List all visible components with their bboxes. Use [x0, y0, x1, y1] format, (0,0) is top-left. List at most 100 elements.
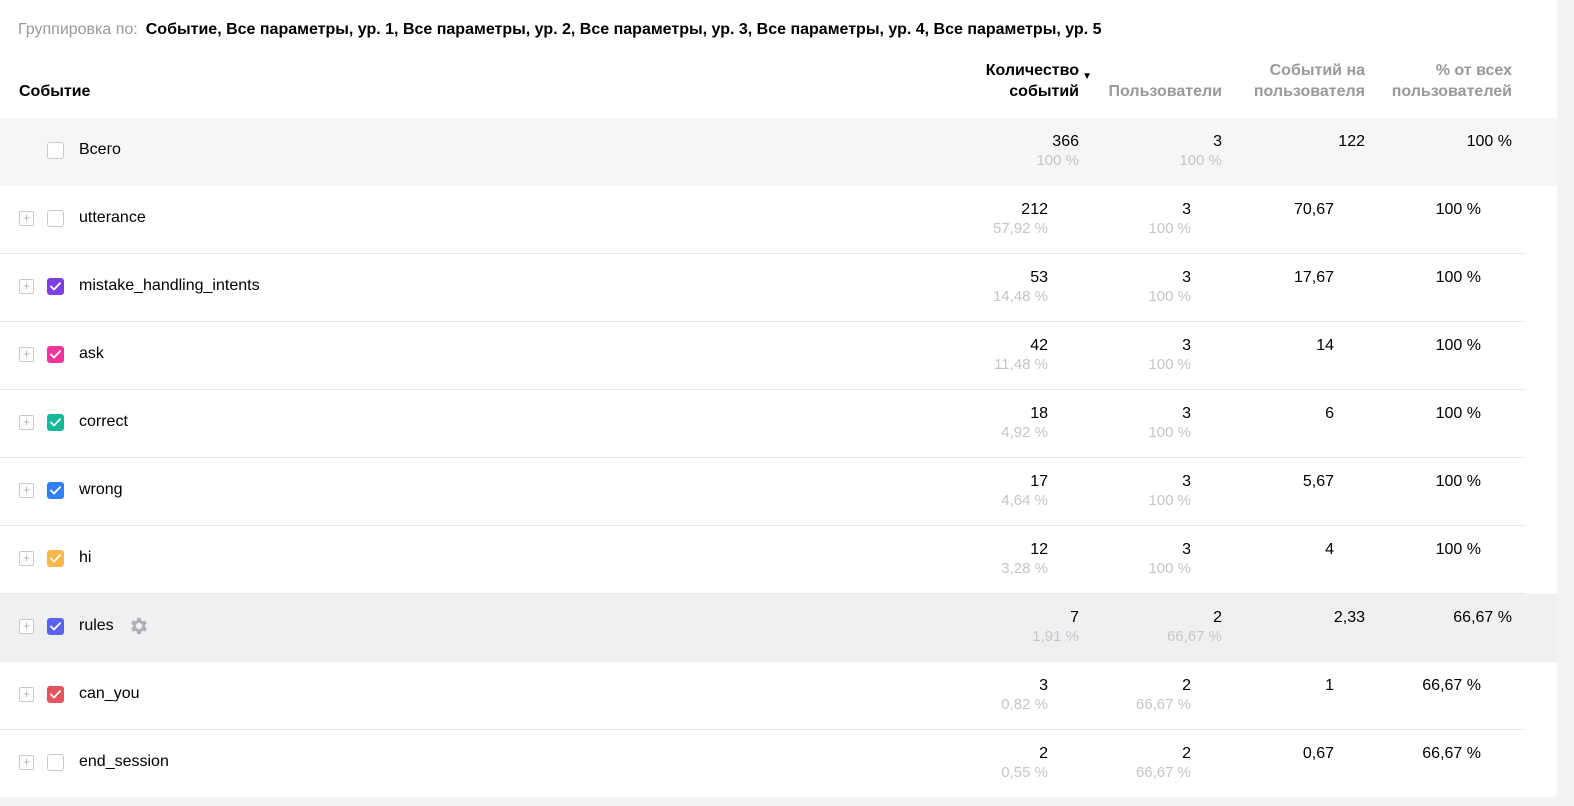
expand-icon[interactable]: +: [19, 483, 34, 498]
events-per-user-value: 6: [1325, 405, 1334, 422]
checkmark-icon: [50, 554, 61, 563]
users-value: 2: [1213, 609, 1222, 626]
pct-of-all-users-value: 66,67 %: [1422, 677, 1481, 694]
count-value: 2: [1039, 745, 1048, 762]
column-header-count[interactable]: Количество событий ▼: [949, 60, 1092, 102]
gear-icon[interactable]: [128, 615, 150, 637]
events-per-user-value: 0,67: [1302, 745, 1334, 762]
table-row[interactable]: + rules 7 1,91 % 2 66,67 % 2,33 66,67 %: [0, 594, 1557, 662]
count-percent: 11,48 %: [994, 356, 1048, 373]
events-per-user-value: 1: [1325, 677, 1334, 694]
expand-icon[interactable]: +: [19, 415, 34, 430]
table-row[interactable]: + correct 18 4,92 % 3 100 % 6 100 %: [0, 390, 1526, 458]
count-percent: 0,55 %: [1001, 764, 1048, 781]
event-name[interactable]: ask: [79, 344, 104, 364]
expand-icon[interactable]: +: [19, 551, 34, 566]
expand-icon[interactable]: +: [19, 279, 34, 294]
event-name[interactable]: wrong: [79, 480, 123, 500]
event-name[interactable]: Всего: [79, 140, 121, 160]
count-percent: 100 %: [1036, 152, 1079, 169]
scrollbar[interactable]: [1557, 0, 1574, 806]
row-checkbox[interactable]: [47, 550, 64, 567]
column-header-pct-all[interactable]: % от всех пользователей: [1372, 60, 1512, 102]
users-percent: 66,67 %: [1166, 628, 1222, 645]
row-checkbox[interactable]: [47, 278, 64, 295]
table-row[interactable]: + can_you 3 0,82 % 2 66,67 % 1 66,67 %: [0, 662, 1526, 730]
table-row[interactable]: + hi 12 3,28 % 3 100 % 4 100 %: [0, 526, 1526, 594]
table-row[interactable]: + utterance 212 57,92 % 3 100 % 70,67 100 %: [0, 186, 1526, 254]
users-percent: 100 %: [1148, 356, 1191, 373]
event-name[interactable]: end_session: [79, 752, 169, 772]
count-value: 42: [1030, 337, 1048, 354]
table-body: Всего 366 100 % 3 100 % 122 100 % + utterance 212…: [0, 118, 1557, 797]
count-value: 3: [1039, 677, 1048, 694]
checkmark-icon: [50, 622, 61, 631]
row-checkbox[interactable]: [47, 414, 64, 431]
users-value: 3: [1182, 337, 1191, 354]
expand-icon[interactable]: +: [19, 687, 34, 702]
users-value: 3: [1182, 201, 1191, 218]
users-value: 3: [1182, 269, 1191, 286]
users-value: 3: [1182, 541, 1191, 558]
row-checkbox[interactable]: [47, 618, 64, 635]
event-name[interactable]: hi: [79, 548, 91, 568]
column-header-count-label: Количество событий: [985, 62, 1079, 100]
pct-of-all-users-value: 100 %: [1435, 473, 1481, 490]
count-value: 18: [1030, 405, 1048, 422]
event-name[interactable]: utterance: [79, 208, 146, 228]
count-value: 7: [1070, 609, 1079, 626]
users-value: 2: [1182, 677, 1191, 694]
users-percent: 100 %: [1148, 220, 1191, 237]
expand-icon[interactable]: +: [19, 619, 34, 634]
count-value: 12: [1030, 541, 1048, 558]
pct-of-all-users-value: 100 %: [1435, 269, 1481, 286]
count-value: 212: [1021, 201, 1048, 218]
checkmark-icon: [50, 418, 61, 427]
pct-of-all-users-value: 66,67 %: [1422, 745, 1481, 762]
pct-of-all-users-value: 100 %: [1435, 405, 1481, 422]
checkmark-icon: [50, 486, 61, 495]
users-value: 2: [1182, 745, 1191, 762]
row-checkbox[interactable]: [47, 346, 64, 363]
column-header-users[interactable]: Пользователи: [1072, 81, 1222, 102]
event-name[interactable]: rules: [79, 616, 114, 636]
users-percent: 100 %: [1148, 560, 1191, 577]
table-row[interactable]: + ask 42 11,48 % 3 100 % 14 100 %: [0, 322, 1526, 390]
pct-of-all-users-value: 66,67 %: [1453, 609, 1512, 626]
pct-of-all-users-value: 100 %: [1435, 337, 1481, 354]
grouping-label: Группировка по:: [18, 21, 138, 38]
table-row[interactable]: + mistake_handling_intents 53 14,48 % 3 100 %…: [0, 254, 1526, 322]
column-header-event[interactable]: Событие: [19, 81, 90, 102]
table-row-total[interactable]: Всего 366 100 % 3 100 % 122 100 %: [0, 118, 1557, 186]
count-percent: 3,28 %: [1001, 560, 1048, 577]
row-checkbox[interactable]: [47, 142, 64, 159]
row-checkbox[interactable]: [47, 686, 64, 703]
count-percent: 1,91 %: [1032, 628, 1079, 645]
events-per-user-value: 4: [1325, 541, 1334, 558]
expand-icon[interactable]: +: [19, 347, 34, 362]
event-name[interactable]: correct: [79, 412, 128, 432]
row-checkbox[interactable]: [47, 754, 64, 771]
event-name[interactable]: mistake_handling_intents: [79, 276, 260, 296]
users-value: 3: [1182, 405, 1191, 422]
events-per-user-value: 122: [1338, 133, 1365, 150]
grouping-value[interactable]: Событие, Все параметры, ур. 1, Все парам…: [146, 21, 1102, 38]
row-checkbox[interactable]: [47, 210, 64, 227]
events-per-user-value: 17,67: [1293, 269, 1334, 286]
count-value: 366: [1052, 133, 1079, 150]
checkmark-icon: [50, 282, 61, 291]
checkmark-icon: [50, 690, 61, 699]
table-row[interactable]: + wrong 17 4,64 % 3 100 % 5,67 100 %: [0, 458, 1526, 526]
row-checkbox[interactable]: [47, 482, 64, 499]
expand-icon[interactable]: +: [19, 755, 34, 770]
count-percent: 4,64 %: [1001, 492, 1048, 509]
pct-of-all-users-value: 100 %: [1435, 201, 1481, 218]
users-value: 3: [1213, 133, 1222, 150]
event-name[interactable]: can_you: [79, 684, 140, 704]
table-row[interactable]: + end_session 2 0,55 % 2 66,67 % 0,67 66,67 %: [0, 730, 1526, 797]
column-header-per-user[interactable]: Событий на пользователя: [1225, 60, 1365, 102]
events-per-user-value: 70,67: [1293, 201, 1334, 218]
count-value: 53: [1030, 269, 1048, 286]
count-percent: 57,92 %: [992, 220, 1048, 237]
expand-icon[interactable]: +: [19, 211, 34, 226]
